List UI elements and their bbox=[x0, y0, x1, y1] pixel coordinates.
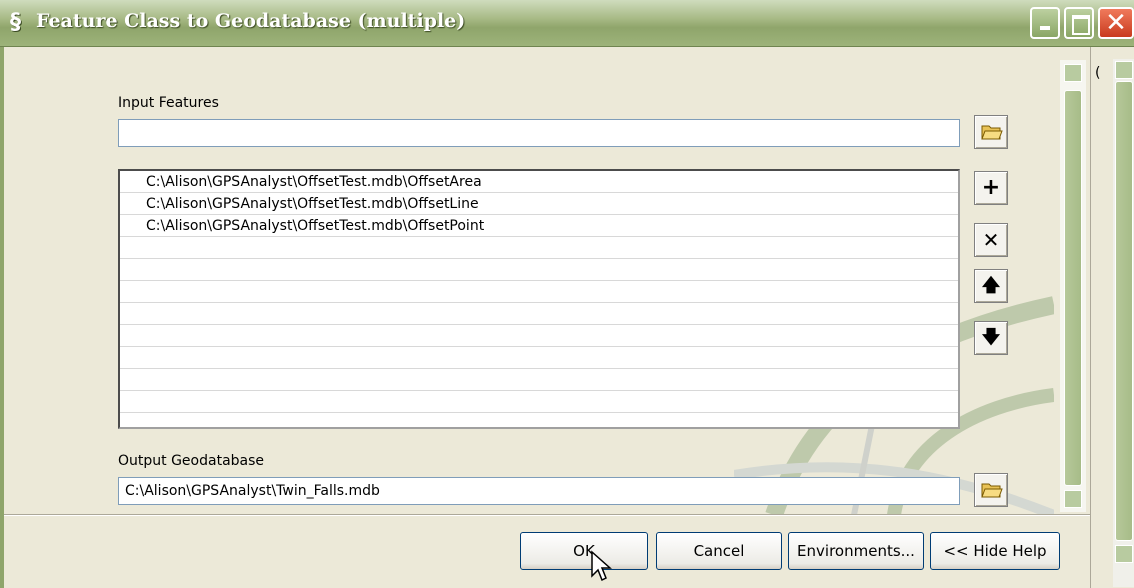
window-title: Feature Class to Geodatabase (multiple) bbox=[36, 10, 466, 32]
help-text-fragment: ( bbox=[1095, 65, 1101, 81]
browse-output-button[interactable] bbox=[974, 473, 1008, 507]
scroll-thumb[interactable] bbox=[1064, 90, 1082, 486]
scroll-up-arrow-icon[interactable] bbox=[1064, 64, 1082, 82]
list-item[interactable] bbox=[120, 303, 958, 325]
cancel-button[interactable]: Cancel bbox=[656, 532, 782, 570]
add-item-button[interactable]: + bbox=[974, 171, 1008, 205]
output-geodatabase-field[interactable]: C:\Alison\GPSAnalyst\Twin_Falls.mdb bbox=[118, 477, 960, 505]
dialog-window: § Feature Class to Geodatabase (multiple… bbox=[0, 0, 1134, 588]
ok-button[interactable]: OK bbox=[520, 532, 648, 570]
open-folder-icon bbox=[981, 125, 1003, 140]
close-button[interactable]: ✕ bbox=[1098, 7, 1134, 39]
input-features-label: Input Features bbox=[118, 95, 219, 111]
list-item[interactable]: C:\Alison\GPSAnalyst\OffsetTest.mdb\Offs… bbox=[120, 171, 958, 193]
list-item[interactable] bbox=[120, 325, 958, 347]
list-item[interactable] bbox=[120, 259, 958, 281]
list-item[interactable] bbox=[120, 369, 958, 391]
maximize-button[interactable] bbox=[1064, 7, 1094, 39]
list-item[interactable]: C:\Alison\GPSAnalyst\OffsetTest.mdb\Offs… bbox=[120, 215, 958, 237]
help-scrollbar[interactable] bbox=[1113, 59, 1134, 587]
help-scroll-down-icon[interactable] bbox=[1115, 545, 1133, 563]
move-down-button[interactable]: 🡇 bbox=[974, 321, 1008, 355]
input-features-field[interactable] bbox=[118, 119, 960, 147]
plus-icon: + bbox=[981, 175, 1001, 200]
tool-icon: § bbox=[10, 10, 21, 35]
list-item[interactable]: C:\Alison\GPSAnalyst\OffsetTest.mdb\Offs… bbox=[120, 193, 958, 215]
move-up-button[interactable]: 🡅 bbox=[974, 269, 1008, 303]
help-scroll-up-icon[interactable] bbox=[1115, 61, 1133, 79]
panel-scrollbar[interactable] bbox=[1060, 60, 1086, 512]
input-features-list[interactable]: C:\Alison\GPSAnalyst\OffsetTest.mdb\Offs… bbox=[118, 169, 960, 429]
mouse-cursor-icon bbox=[591, 550, 612, 582]
open-folder-icon bbox=[981, 483, 1003, 498]
close-icon: ✕ bbox=[1105, 8, 1127, 38]
list-item[interactable] bbox=[120, 391, 958, 413]
environments-button[interactable]: Environments... bbox=[788, 532, 924, 570]
minimize-icon bbox=[1032, 9, 1058, 37]
list-item[interactable] bbox=[120, 281, 958, 303]
minimize-button[interactable] bbox=[1030, 7, 1060, 39]
tool-parameters-panel: Input Features C:\Alison\GPSAnalyst\Offs… bbox=[4, 47, 1090, 515]
list-item[interactable] bbox=[120, 237, 958, 259]
remove-item-button[interactable]: ✕ bbox=[974, 223, 1008, 257]
x-icon: ✕ bbox=[982, 228, 1000, 252]
hide-help-button[interactable]: << Hide Help bbox=[930, 532, 1060, 570]
output-geodatabase-label: Output Geodatabase bbox=[118, 453, 265, 469]
scroll-down-arrow-icon[interactable] bbox=[1064, 490, 1082, 508]
title-bar[interactable]: § Feature Class to Geodatabase (multiple… bbox=[0, 0, 1134, 47]
maximize-icon bbox=[1066, 9, 1092, 37]
arrow-down-icon: 🡇 bbox=[981, 327, 1001, 348]
browse-input-button[interactable] bbox=[974, 115, 1008, 149]
button-bar: OK Cancel Environments... << Hide Help bbox=[4, 515, 1090, 588]
arrow-up-icon: 🡅 bbox=[981, 275, 1001, 296]
list-item[interactable] bbox=[120, 347, 958, 369]
help-scroll-thumb[interactable] bbox=[1115, 81, 1133, 541]
help-panel: ( bbox=[1090, 47, 1134, 588]
